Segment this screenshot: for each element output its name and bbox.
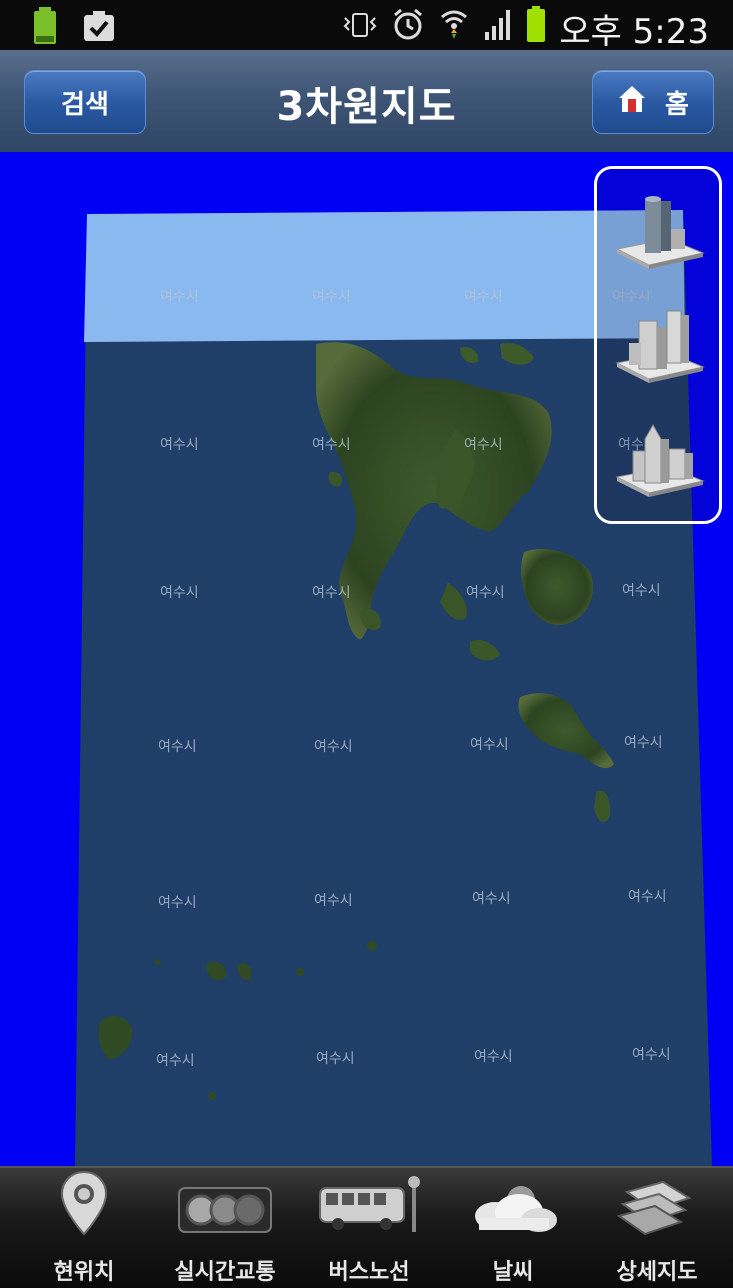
nav-bus-route-label: 버스노선	[328, 1260, 410, 1285]
weather-cloud-icon	[465, 1180, 561, 1240]
traffic-light-icon	[177, 1184, 273, 1240]
clock-time: 오후 5:23	[559, 12, 709, 52]
wifi-icon	[439, 7, 469, 50]
city-label: 여수시	[312, 289, 351, 305]
city-label: 여수시	[158, 739, 197, 755]
nav-realtime-traffic[interactable]: 실시간교통	[160, 1168, 290, 1288]
city-label: 여수시	[160, 585, 199, 601]
status-bar: 오후 5:23	[0, 0, 733, 52]
home-button-label: 홈	[665, 89, 689, 120]
city-label: 여수시	[156, 1053, 195, 1069]
nav-detail-map[interactable]: 상세지도	[592, 1168, 722, 1288]
city-label: 여수시	[628, 889, 667, 905]
building-mode-panel	[594, 166, 722, 524]
single-tower-building-icon[interactable]	[609, 193, 709, 273]
city-label: 여수시	[312, 437, 351, 453]
city-label: 여수시	[464, 437, 503, 453]
nav-detail-map-label: 상세지도	[616, 1260, 698, 1285]
city-label: 여수시	[472, 891, 511, 907]
detail-map-icon	[616, 1176, 697, 1240]
city-label: 여수시	[160, 289, 199, 305]
city-label: 여수시	[470, 737, 509, 753]
nav-realtime-traffic-label: 실시간교통	[174, 1260, 276, 1285]
office-complex-building-icon[interactable]	[609, 307, 709, 387]
city-label: 여수시	[624, 735, 663, 751]
3d-map-view[interactable]: 여수시 여수시 여수시 여수시 여수시 여수시 여수시 여수시 여수시 여수시 …	[0, 152, 733, 1166]
battery-small-icon	[30, 6, 60, 50]
city-label: 여수시	[464, 289, 503, 305]
bottom-navigation: 현위치 실시간교통 버스노선 날씨 상세지도	[0, 1166, 733, 1288]
bus-icon	[314, 1176, 424, 1240]
city-label: 여수시	[314, 739, 353, 755]
home-icon	[617, 84, 647, 121]
location-pin-icon	[59, 1170, 109, 1240]
city-label: 여수시	[158, 895, 197, 911]
city-label: 여수시	[312, 585, 351, 601]
city-label: 여수시	[316, 1051, 355, 1067]
alarm-clock-icon	[391, 7, 425, 50]
city-label: 여수시	[622, 583, 661, 599]
battery-icon	[527, 6, 546, 51]
nav-weather-label: 날씨	[492, 1260, 534, 1285]
nav-current-location-label: 현위치	[53, 1260, 115, 1285]
clipboard-check-icon	[82, 9, 116, 47]
city-label: 여수시	[474, 1049, 513, 1065]
home-button[interactable]: 홈	[592, 70, 714, 134]
city-label: 여수시	[466, 585, 505, 601]
nav-bus-route[interactable]: 버스노선	[304, 1168, 434, 1288]
city-label: 여수시	[160, 437, 199, 453]
city-label: 여수시	[314, 893, 353, 909]
nav-weather[interactable]: 날씨	[448, 1168, 578, 1288]
nav-current-location[interactable]: 현위치	[19, 1168, 149, 1288]
signal-strength-icon	[483, 8, 513, 49]
city-label: 여수시	[632, 1047, 671, 1063]
city-block-building-icon[interactable]	[609, 421, 709, 501]
app-header: 검색 3차원지도 홈	[0, 50, 733, 153]
vibrate-icon	[343, 9, 377, 49]
